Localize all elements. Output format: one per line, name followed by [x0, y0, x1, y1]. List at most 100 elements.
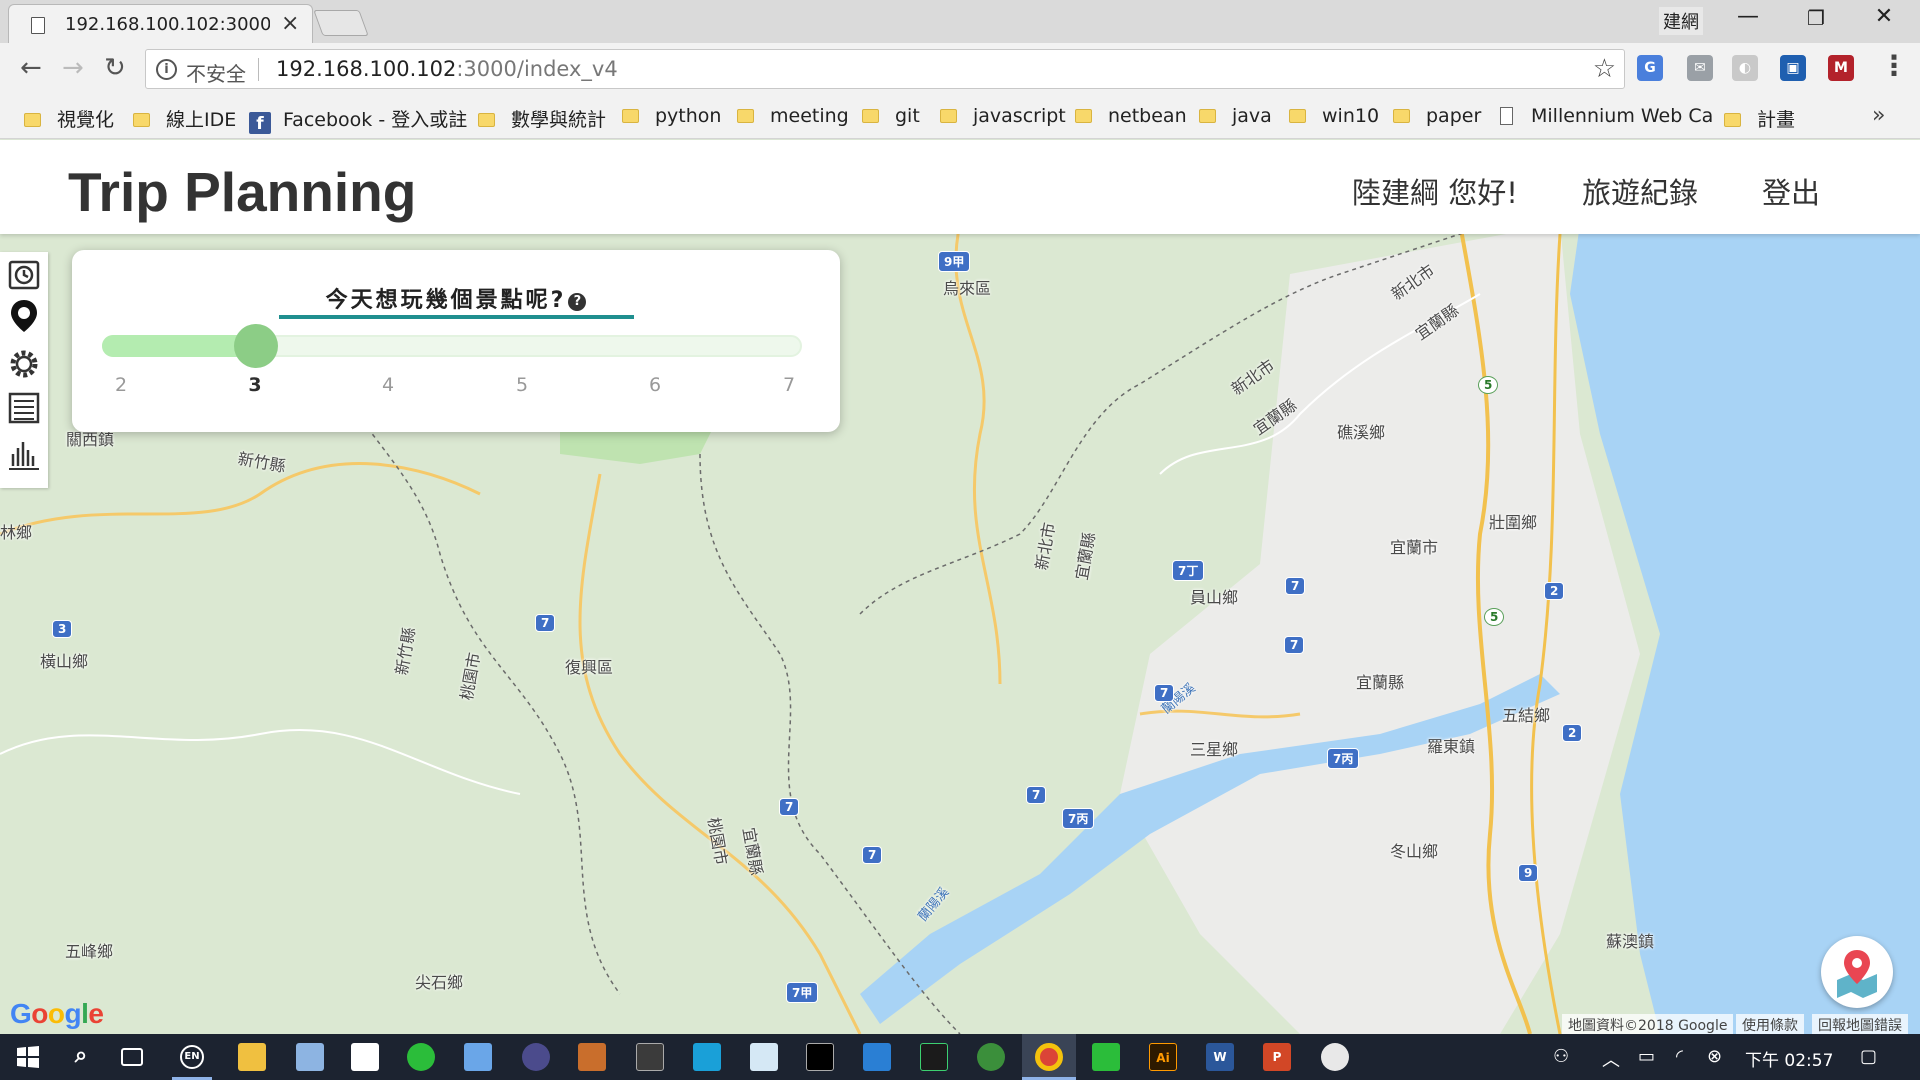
clock-time[interactable]: 下午 02:57: [1745, 1046, 1833, 1071]
address-bar[interactable]: i 不安全 192.168.100.102:3000/index_v4 ☆: [145, 49, 1625, 89]
bar-chart-icon[interactable]: [6, 436, 42, 472]
people-icon[interactable]: ⚇: [1553, 1046, 1569, 1067]
browser-tab-strip: 192.168.100.102:3000/index_v4 × 建網 — ❐ ✕: [0, 0, 1920, 43]
bookmark-item[interactable]: java: [1199, 105, 1272, 127]
slider-tick[interactable]: 3: [235, 374, 275, 396]
windows-start-icon[interactable]: [14, 1043, 42, 1071]
sticky-notes-icon[interactable]: [351, 1043, 379, 1071]
bookmark-label: meeting: [770, 105, 849, 127]
report-map-error-link[interactable]: 回報地圖錯誤: [1812, 1014, 1908, 1034]
bookmark-item[interactable]: netbean: [1075, 105, 1187, 127]
map-pin-icon[interactable]: [6, 298, 42, 334]
window-user-label[interactable]: 建網: [1659, 7, 1703, 35]
bookmark-item[interactable]: win10: [1289, 105, 1379, 127]
clock-icon[interactable]: [6, 256, 42, 292]
locate-map-button[interactable]: [1821, 936, 1893, 1008]
calculator-icon[interactable]: [636, 1043, 664, 1071]
sublime-icon[interactable]: [578, 1043, 606, 1071]
app-brand[interactable]: Trip Planning: [68, 160, 416, 224]
bookmark-item[interactable]: Millennium Web Ca: [1500, 105, 1748, 127]
travel-records-link[interactable]: 旅遊紀錄: [1582, 170, 1698, 212]
eclipse-icon[interactable]: [522, 1043, 550, 1071]
illustrator-icon[interactable]: Ai: [1149, 1043, 1177, 1071]
bookmark-star-icon[interactable]: ☆: [1593, 54, 1616, 84]
slider-tick[interactable]: 6: [635, 374, 675, 396]
bookmark-item[interactable]: 線上IDE: [133, 105, 236, 132]
slider-tick[interactable]: 5: [502, 374, 542, 396]
bookmark-label: java: [1232, 105, 1272, 127]
bookmark-item[interactable]: 視覺化: [24, 105, 114, 132]
file-explorer-icon[interactable]: [238, 1043, 266, 1071]
side-toolbar: [0, 252, 48, 488]
card-title: 今天想玩幾個景點呢??: [72, 282, 840, 314]
word-icon[interactable]: W: [1206, 1043, 1234, 1071]
chrome-icon[interactable]: [1035, 1043, 1063, 1071]
extension-moon-icon[interactable]: ◐: [1732, 55, 1758, 81]
terminal-icon[interactable]: [806, 1043, 834, 1071]
back-arrow-icon[interactable]: ←: [20, 53, 42, 83]
extension-inbox-icon[interactable]: ✉: [1687, 55, 1713, 81]
help-icon[interactable]: ?: [568, 293, 587, 311]
restore-button[interactable]: ❐: [1796, 6, 1836, 30]
battery-icon[interactable]: ▭: [1638, 1046, 1655, 1067]
reload-icon[interactable]: ↻: [104, 53, 126, 83]
vscode-icon[interactable]: [863, 1043, 891, 1071]
terms-link[interactable]: 使用條款: [1736, 1014, 1804, 1034]
paint-icon[interactable]: [750, 1043, 778, 1071]
bookmark-item[interactable]: f Facebook - 登入或註: [249, 105, 467, 134]
user-greeting[interactable]: 陸建綱 您好!: [1352, 170, 1518, 212]
wifi-icon[interactable]: ◜: [1676, 1046, 1683, 1067]
place-label: 復興區: [565, 658, 614, 677]
search-icon[interactable]: ⌕: [67, 1043, 95, 1071]
pycharm-icon[interactable]: [920, 1043, 948, 1071]
new-tab-button[interactable]: [313, 10, 369, 36]
gear-icon[interactable]: [6, 346, 42, 382]
slider-tick[interactable]: 2: [101, 374, 141, 396]
powerpoint-icon[interactable]: P: [1263, 1043, 1291, 1071]
logout-link[interactable]: 登出: [1762, 170, 1820, 212]
volume-muted-icon[interactable]: ⊗: [1707, 1046, 1722, 1067]
app-icon[interactable]: [296, 1043, 324, 1071]
bookmarks-overflow-icon[interactable]: »: [1872, 103, 1885, 128]
app-icon[interactable]: [977, 1043, 1005, 1071]
app-icon[interactable]: [1321, 1043, 1349, 1071]
place-label: 宜蘭縣: [1356, 673, 1405, 692]
tray-chevron-icon[interactable]: ︿: [1602, 1046, 1620, 1072]
browser-tab[interactable]: 192.168.100.102:3000/index_v4 ×: [8, 4, 313, 43]
minimize-button[interactable]: —: [1728, 4, 1768, 29]
bookmark-item[interactable]: meeting: [737, 105, 849, 127]
task-view-icon[interactable]: [121, 1048, 143, 1066]
slider-tick[interactable]: 7: [769, 374, 809, 396]
folder-icon: [478, 113, 495, 127]
place-label: 員山鄉: [1190, 588, 1239, 607]
bookmark-item[interactable]: javascript: [940, 105, 1066, 127]
close-window-button[interactable]: ✕: [1864, 4, 1904, 29]
extension-mendeley-icon[interactable]: M: [1828, 55, 1854, 81]
google-logo[interactable]: Google: [10, 998, 104, 1030]
bookmark-label: win10: [1322, 105, 1380, 127]
tab-close-icon[interactable]: ×: [281, 11, 299, 36]
bookmark-item[interactable]: 數學與統計: [478, 105, 606, 132]
bookmark-item[interactable]: 計畫: [1724, 105, 1795, 132]
extension-reader-icon[interactable]: ▣: [1780, 55, 1806, 81]
forward-arrow-icon[interactable]: →: [62, 53, 84, 83]
bookmark-item[interactable]: git: [862, 105, 920, 127]
slider-thumb[interactable]: [234, 324, 278, 368]
route-shield: 7: [535, 614, 556, 632]
line-app-icon[interactable]: [407, 1043, 435, 1071]
language-icon[interactable]: EN: [180, 1045, 204, 1069]
chat-icon[interactable]: [1092, 1043, 1120, 1071]
google-translate-icon[interactable]: G: [1637, 55, 1663, 81]
bookmark-item[interactable]: paper: [1393, 105, 1481, 127]
site-info-icon[interactable]: i: [156, 59, 177, 80]
virtualbox-icon[interactable]: [464, 1043, 492, 1071]
kite-icon[interactable]: [693, 1043, 721, 1071]
url-text[interactable]: 192.168.100.102:3000/index_v4: [276, 57, 618, 81]
browser-toolbar: ← → ↻ i 不安全 192.168.100.102:3000/index_v…: [0, 43, 1920, 95]
browser-menu-icon[interactable]: ⋮: [1880, 49, 1908, 82]
slider-tick[interactable]: 4: [368, 374, 408, 396]
notification-icon[interactable]: ▢: [1860, 1046, 1877, 1067]
bookmark-label: Millennium Web Ca: [1531, 105, 1714, 127]
bookmark-item[interactable]: python: [622, 105, 721, 127]
list-icon[interactable]: [6, 390, 42, 426]
